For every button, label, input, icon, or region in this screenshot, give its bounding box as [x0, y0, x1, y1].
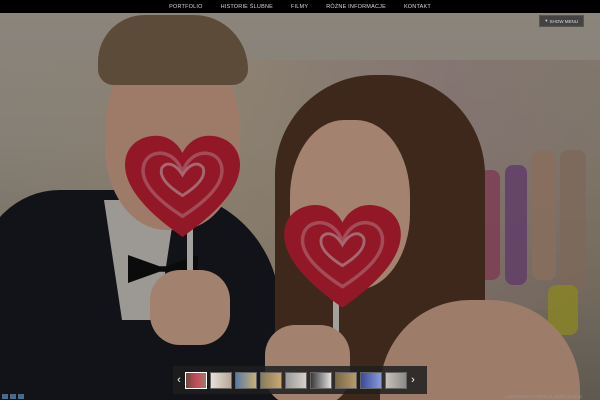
social-icons: [2, 394, 24, 399]
chevron-right-icon[interactable]: ›: [407, 366, 419, 394]
share-icon[interactable]: [10, 394, 16, 399]
thumbnail[interactable]: [385, 371, 407, 389]
thumbnail[interactable]: [260, 371, 282, 389]
top-navigation: PORTFOLIO HISTORIE ŚLUBNE FILMY RÓŻNE IN…: [0, 0, 600, 13]
thumbnail[interactable]: [310, 371, 332, 389]
thumbnail-filmstrip: ‹ ›: [173, 366, 427, 394]
thumbnail[interactable]: [210, 371, 232, 389]
thumbnail[interactable]: [335, 371, 357, 389]
nav-item-films[interactable]: FILMY: [291, 4, 308, 10]
photo-dim-overlay: [0, 0, 600, 400]
show-menu-button[interactable]: ▾ SHOW MENU: [539, 15, 584, 27]
thumbnail[interactable]: [185, 371, 207, 389]
chevron-left-icon[interactable]: ‹: [173, 366, 185, 394]
thumbnail-list: [185, 371, 407, 389]
footer-credit: COPYRIGHT © PHOTO & VIDEO STUDIO: [505, 394, 582, 399]
nav-item-various-info[interactable]: RÓŻNE INFORMACJE: [326, 4, 386, 10]
nav-item-portfolio[interactable]: PORTFOLIO: [169, 4, 202, 10]
show-menu-label: SHOW MENU: [549, 18, 579, 24]
nav-item-wedding-stories[interactable]: HISTORIE ŚLUBNE: [221, 4, 273, 10]
link-icon[interactable]: [18, 394, 24, 399]
thumbnail[interactable]: [285, 371, 307, 389]
nav-item-contact[interactable]: KONTAKT: [404, 4, 431, 10]
thumbnail[interactable]: [235, 371, 257, 389]
chevron-down-icon: ▾: [545, 18, 548, 23]
facebook-icon[interactable]: [2, 394, 8, 399]
thumbnail[interactable]: [360, 371, 382, 389]
